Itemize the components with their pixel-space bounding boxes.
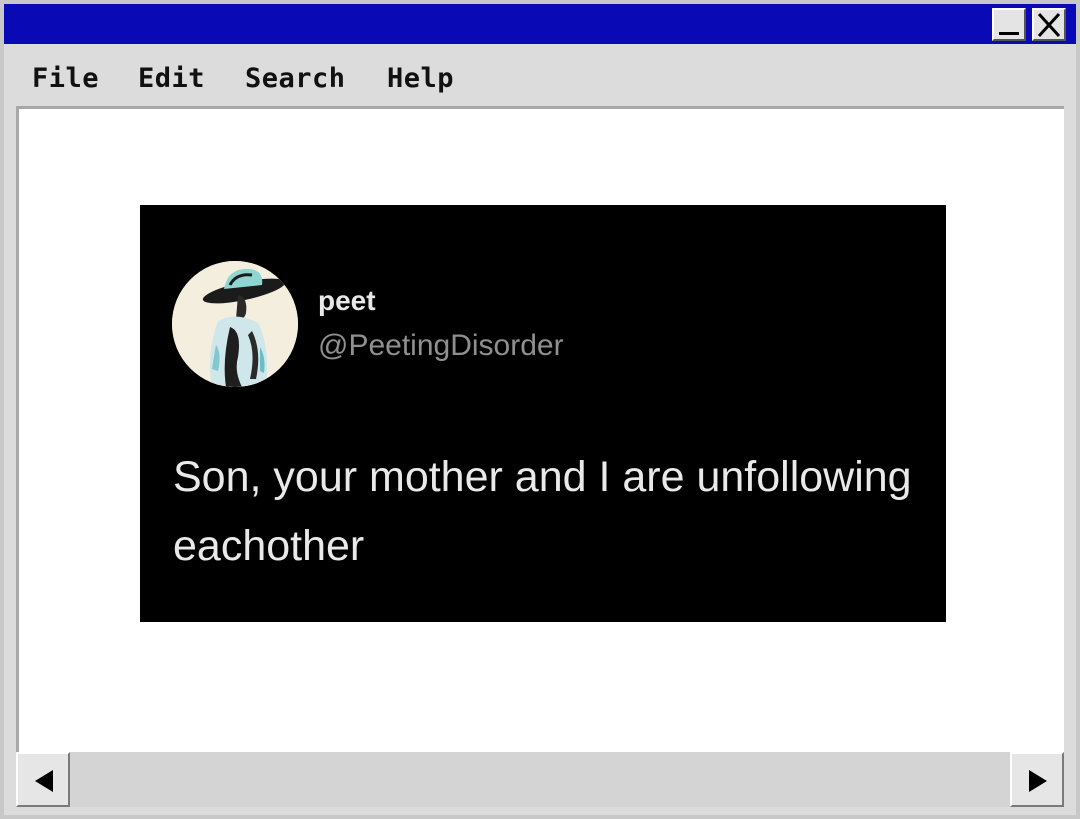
arrow-left-icon <box>35 770 53 792</box>
scroll-left-button[interactable] <box>16 752 70 807</box>
avatar <box>172 261 298 387</box>
menu-bar: File Edit Search Help <box>4 44 1076 106</box>
minimize-icon <box>999 32 1019 35</box>
close-icon <box>1037 12 1061 38</box>
tweet-handle[interactable]: @PeetingDisorder <box>318 329 564 363</box>
tweet-card: peet @PeetingDisorder Son, your mother a… <box>140 205 946 622</box>
menu-edit[interactable]: Edit <box>138 64 205 94</box>
close-button[interactable] <box>1032 8 1066 41</box>
tweet-text: Son, your mother and I are unfollowing e… <box>173 453 912 570</box>
menu-help[interactable]: Help <box>387 64 454 94</box>
scroll-right-button[interactable] <box>1010 752 1064 807</box>
menu-search[interactable]: Search <box>245 64 346 94</box>
arrow-right-icon <box>1029 770 1047 792</box>
minimize-button[interactable] <box>992 8 1026 41</box>
tweet-display-name[interactable]: peet <box>318 285 376 317</box>
avatar-image <box>172 261 298 387</box>
content-area: peet @PeetingDisorder Son, your mother a… <box>16 106 1064 752</box>
menu-file[interactable]: File <box>32 64 99 94</box>
title-bar[interactable] <box>4 4 1076 44</box>
horizontal-scrollbar[interactable] <box>16 752 1064 807</box>
app-window: File Edit Search Help peet @PeetingDisor… <box>0 0 1080 819</box>
